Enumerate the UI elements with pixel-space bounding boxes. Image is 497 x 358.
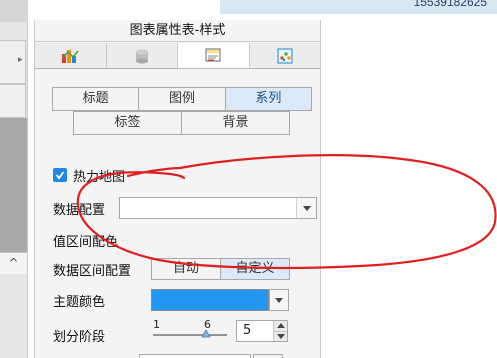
theme-color-dropdown[interactable] [269,289,289,311]
stage-slider[interactable]: 1 6 [151,318,229,342]
divide-stage-row: 划分阶段 [53,323,105,347]
theme-color-row: 主题颜色 [53,288,105,312]
tab-background[interactable]: 背景 [181,111,290,135]
left-strip-header [0,0,28,22]
data-range-toggle: 自动 自定义 [151,258,290,280]
phone-number: 15539182625 [413,0,487,9]
range-auto-option[interactable]: 自动 [151,258,221,280]
tab-legend[interactable]: 图例 [138,87,226,111]
slider-thumb[interactable] [201,329,211,338]
effects-icon [277,48,293,63]
stage-spinbox[interactable]: 5 [236,320,288,342]
data-source-tab[interactable] [107,43,178,68]
data-config-label: 数据配置 [53,202,106,218]
spin-down-icon[interactable] [274,330,287,341]
spin-buttons [273,321,287,341]
left-strip-dark-area [0,118,27,254]
chevron-down-icon [275,297,283,303]
value-range-color-row: 值区间配色 [53,228,118,252]
range-custom-option[interactable]: 自定义 [220,258,290,280]
value-range-color-label: 值区间配色 [53,234,119,250]
heatmap-checkbox-row[interactable]: 热力地图 [53,163,125,187]
data-range-row: 数据区间配置 [53,257,131,281]
data-range-label: 数据区间配置 [53,263,132,279]
scroll-up-icon[interactable]: ^ [0,252,27,274]
theme-color-label: 主题颜色 [53,294,106,310]
data-config-row: 数据配置 [53,196,105,220]
panel-title: 图表属性表-样式 [35,20,320,42]
chart-type-tab[interactable] [35,43,107,68]
heatmap-checkbox[interactable] [53,168,67,182]
tab-series[interactable]: 系列 [224,87,312,111]
slider-track[interactable] [151,318,229,342]
data-config-select[interactable] [119,197,317,219]
chart-property-panel: 图表属性表-样式 标题 图例 系列 标签 背景 热力地图 数据配置 值区间配色 … [34,20,321,358]
effects-tab[interactable] [250,43,321,68]
style-tab[interactable] [178,43,250,68]
tab-title[interactable]: 标题 [52,87,140,111]
heatmap-label: 热力地图 [73,169,126,185]
icon-tab-bar [35,43,320,69]
stage-spin-value: 5 [243,323,252,338]
sub-tabs-row-2: 标签 背景 [73,111,290,135]
chevron-down-icon[interactable] [296,198,316,218]
sub-tabs-row-1: 标题 图例 系列 [52,87,312,111]
checkmark-icon [55,171,65,180]
left-strip-box-2[interactable] [0,84,26,118]
partial-control [139,354,251,358]
theme-color-swatch[interactable] [151,289,269,311]
chart-type-icon [61,49,79,63]
partial-control-2 [253,354,283,358]
left-strip-box-1[interactable]: ▸ [0,40,26,84]
divide-stage-label: 划分阶段 [53,329,106,345]
database-icon [135,49,148,63]
style-icon [205,48,221,62]
expand-arrow-icon[interactable]: ▸ [18,55,23,65]
tab-label[interactable]: 标签 [73,111,182,135]
top-info-strip: 15539182625 [220,0,497,14]
left-panel-strip: ▸ ^ [0,0,28,358]
spin-up-icon[interactable] [274,321,287,331]
